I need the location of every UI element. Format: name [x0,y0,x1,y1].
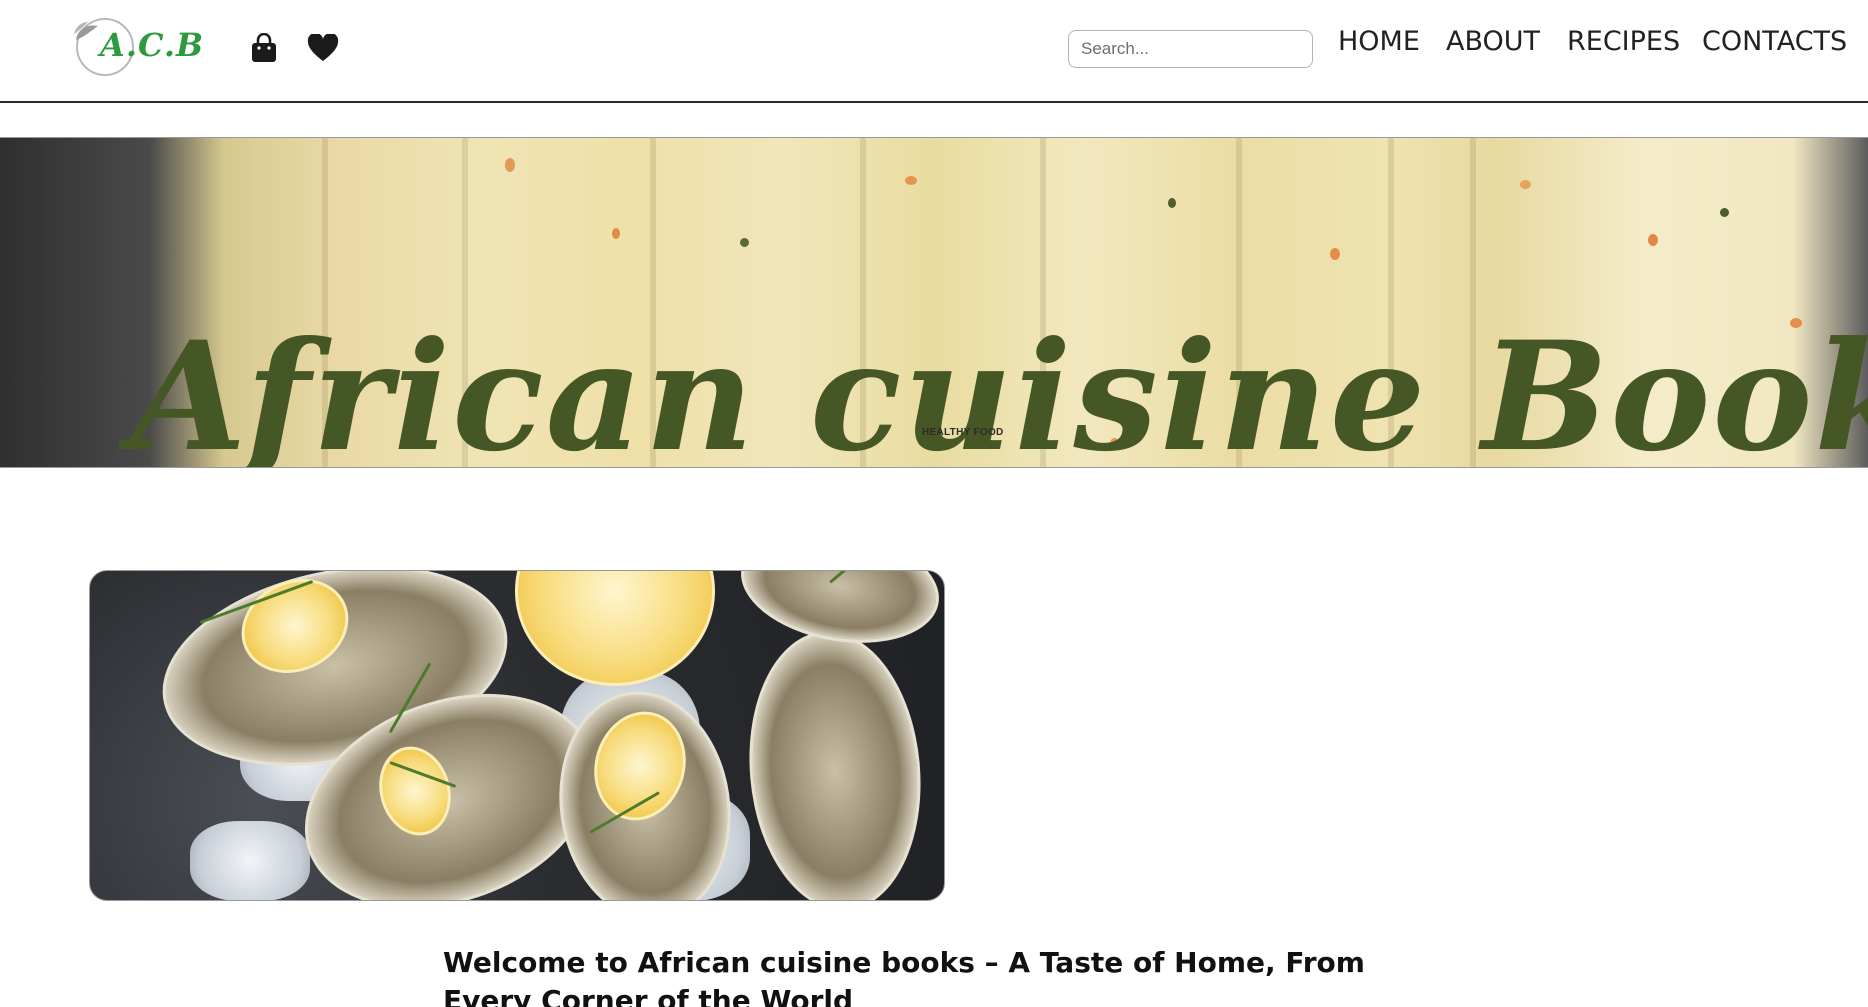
welcome-heading: Welcome to African cuisine books – A Tas… [443,946,1365,1007]
heart-icon[interactable] [303,28,343,68]
nav-contacts[interactable]: CONTACTS [1702,26,1847,57]
oysters-image [89,570,945,901]
site-header: A.C.B HOME ABOUT RECIPES CONTACTS [0,0,1868,103]
banner-title: African cuisine Books [130,309,1868,468]
nav-recipes[interactable]: RECIPES [1567,26,1680,57]
site-logo[interactable]: A.C.B [72,16,205,78]
hero-banner: African cuisine Books HEALTHY FOOD [0,137,1868,468]
nav-about[interactable]: ABOUT [1446,26,1540,57]
logo-text: A.C.B [100,26,205,64]
search-input[interactable] [1068,30,1313,68]
shopping-bag-icon[interactable] [244,28,284,68]
nav-home[interactable]: HOME [1338,26,1420,57]
banner-subtitle: HEALTHY FOOD [922,427,1004,438]
